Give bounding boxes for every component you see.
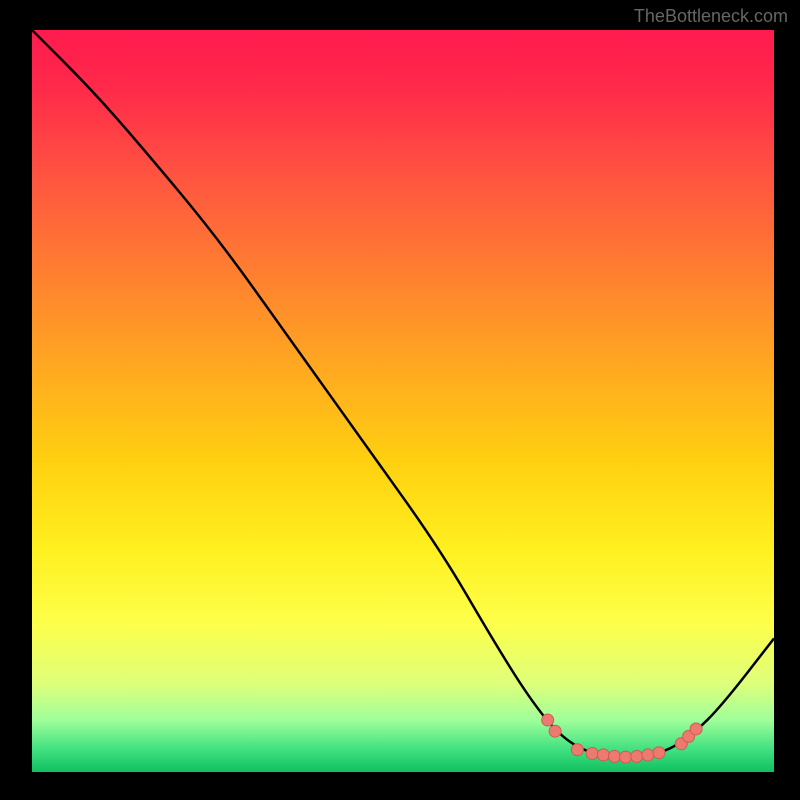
bottleneck-curve: [32, 30, 774, 756]
attribution-text: TheBottleneck.com: [634, 6, 788, 27]
data-marker: [597, 749, 609, 761]
data-marker: [690, 723, 702, 735]
data-marker: [642, 749, 654, 761]
data-marker: [608, 750, 620, 762]
data-marker: [653, 747, 665, 759]
data-marker: [549, 725, 561, 737]
data-marker: [631, 750, 643, 762]
data-marker: [586, 747, 598, 759]
data-marker: [571, 744, 583, 756]
data-marker: [620, 751, 632, 763]
chart-svg: [32, 30, 774, 772]
data-marker: [542, 714, 554, 726]
chart-plot-area: [32, 30, 774, 772]
